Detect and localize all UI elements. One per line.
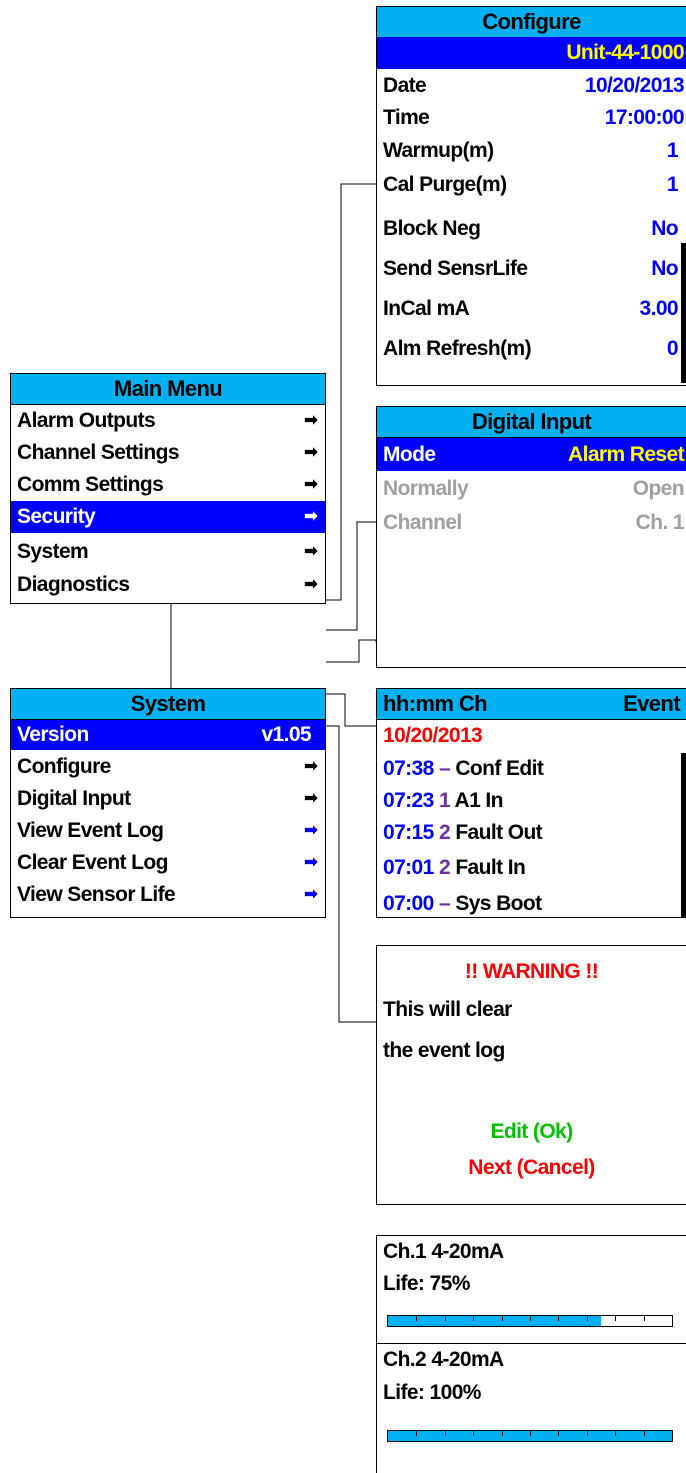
scrollbar[interactable] — [681, 243, 686, 383]
unit-value: Unit-44-1000 — [566, 41, 684, 64]
life-bar-tick — [586, 1431, 588, 1436]
ch1-life-bar — [387, 1315, 673, 1327]
arrow-right-icon: ➡ — [304, 508, 317, 525]
ch2-name: Ch.2 4-20mA — [383, 1348, 504, 1371]
arrow-right-icon: ➡ — [304, 412, 317, 429]
digital-input-title: Digital Input — [377, 407, 686, 438]
life-bar-tick — [473, 1431, 475, 1436]
ok-button[interactable]: Edit (Ok) — [377, 1116, 686, 1148]
warning-title: !! WARNING !! — [464, 960, 599, 983]
life-bar-tick — [615, 1431, 617, 1436]
system-item-view-sensor-life[interactable]: View Sensor Life ➡ — [11, 879, 325, 911]
arrow-right-icon: ➡ — [304, 758, 317, 775]
warning-line-2: the event log — [383, 1039, 505, 1062]
arrow-right-icon: ➡ — [304, 790, 317, 807]
di-channel-row: Channel Ch. 1 — [383, 511, 685, 534]
main-menu-title: Main Menu — [11, 374, 325, 405]
di-mode-row[interactable]: Mode Alarm Reset — [377, 438, 686, 471]
unit-row: Unit-44-1000 — [377, 37, 686, 69]
version-value: v1.05 — [261, 723, 311, 746]
warning-line-1: This will clear — [383, 998, 512, 1021]
life-bar-tick — [444, 1316, 446, 1321]
config-row-cal-purge[interactable]: Cal Purge(m) 1 — [377, 169, 686, 201]
system-item-configure[interactable]: Configure ➡ — [11, 751, 325, 783]
arrow-right-icon: ➡ — [304, 444, 317, 461]
life-bar-tick — [416, 1316, 418, 1321]
scrollbar[interactable] — [681, 753, 686, 917]
ch1-name: Ch.1 4-20mA — [383, 1240, 504, 1263]
event-log-header-left: hh:mm Ch — [383, 691, 488, 716]
ch2-life-bar — [387, 1430, 673, 1442]
configure-panel: Configure Unit-44-1000 Date 10/20/2013 T… — [376, 6, 686, 386]
life-bar-tick — [530, 1431, 531, 1436]
life-bar-tick — [643, 1431, 645, 1436]
arrow-right-icon: ➡ — [304, 822, 317, 839]
event-entry: 07:23 1 A1 In — [383, 789, 503, 812]
di-normally-row: Normally Open — [383, 477, 685, 500]
life-bar-tick — [586, 1316, 588, 1321]
menu-item-channel-settings[interactable]: Channel Settings ➡ — [11, 437, 325, 469]
life-bar-tick — [501, 1431, 503, 1436]
menu-item-diagnostics[interactable]: Diagnostics ➡ — [11, 569, 325, 601]
version-row: Version v1.05 — [11, 720, 325, 750]
life-bar-tick — [558, 1431, 560, 1436]
system-panel: System Version v1.05 Configure ➡ Digital… — [10, 688, 326, 918]
config-row-time[interactable]: Time 17:00:00 — [377, 102, 686, 134]
cancel-button[interactable]: Next (Cancel) — [377, 1152, 686, 1184]
arrow-right-icon: ➡ — [304, 886, 317, 903]
menu-item-system[interactable]: System ➡ — [11, 536, 325, 568]
life-bar-tick — [444, 1431, 446, 1436]
life-bar-tick — [615, 1316, 617, 1321]
life-bar-tick — [416, 1431, 418, 1436]
event-log-date: 10/20/2013 — [383, 724, 483, 747]
config-row-block-neg[interactable]: Block Neg No — [377, 213, 686, 245]
config-row-alm-refresh[interactable]: Alm Refresh(m) 0 — [377, 333, 686, 365]
event-entry: 07:38 – Conf Edit — [383, 757, 544, 780]
life-bar-tick — [530, 1316, 531, 1321]
life-bar-tick — [473, 1316, 475, 1321]
system-item-view-event-log[interactable]: View Event Log ➡ — [11, 815, 325, 847]
event-log-panel: hh:mm Ch Event 10/20/2013 07:38 – Conf E… — [376, 688, 686, 918]
sensor-life-panel: Ch.1 4-20mA Life: 75% Ch.2 4-20mA Life: … — [376, 1235, 686, 1473]
warning-panel: !! WARNING !! This will clear the event … — [376, 945, 686, 1205]
main-menu-panel: Main Menu Alarm Outputs ➡ Channel Settin… — [10, 373, 326, 604]
system-item-clear-event-log[interactable]: Clear Event Log ➡ — [11, 847, 325, 879]
ch1-life: Life: 75% — [383, 1272, 470, 1295]
configure-title: Configure — [377, 7, 686, 38]
life-bar-fill — [388, 1316, 601, 1326]
life-bar-tick — [558, 1316, 560, 1321]
system-title: System — [11, 689, 325, 720]
event-entry: 07:15 2 Fault Out — [383, 821, 543, 844]
event-log-header: hh:mm Ch Event — [377, 689, 686, 720]
config-row-incal-ma[interactable]: InCal mA 3.00 — [377, 293, 686, 325]
arrow-right-icon: ➡ — [304, 543, 317, 560]
menu-item-comm-settings[interactable]: Comm Settings ➡ — [11, 469, 325, 501]
menu-item-alarm-outputs[interactable]: Alarm Outputs ➡ — [11, 405, 325, 437]
system-item-digital-input[interactable]: Digital Input ➡ — [11, 783, 325, 815]
event-log-header-right: Event — [623, 691, 681, 716]
arrow-right-icon: ➡ — [304, 476, 317, 493]
config-row-date[interactable]: Date 10/20/2013 — [377, 70, 686, 102]
life-bar-tick — [643, 1316, 645, 1321]
arrow-right-icon: ➡ — [304, 576, 317, 593]
arrow-right-icon: ➡ — [304, 854, 317, 871]
life-bar-tick — [501, 1316, 503, 1321]
config-row-send-sensrlife[interactable]: Send SensrLife No — [377, 253, 686, 285]
digital-input-panel: Digital Input Mode Alarm Reset Normally … — [376, 406, 686, 668]
config-row-warmup[interactable]: Warmup(m) 1 — [377, 135, 686, 167]
event-entry: 07:01 2 Fault In — [383, 856, 526, 879]
ch2-life: Life: 100% — [383, 1381, 481, 1404]
event-entry: 07:00 – Sys Boot — [383, 892, 542, 915]
menu-item-security[interactable]: Security ➡ — [11, 501, 325, 533]
